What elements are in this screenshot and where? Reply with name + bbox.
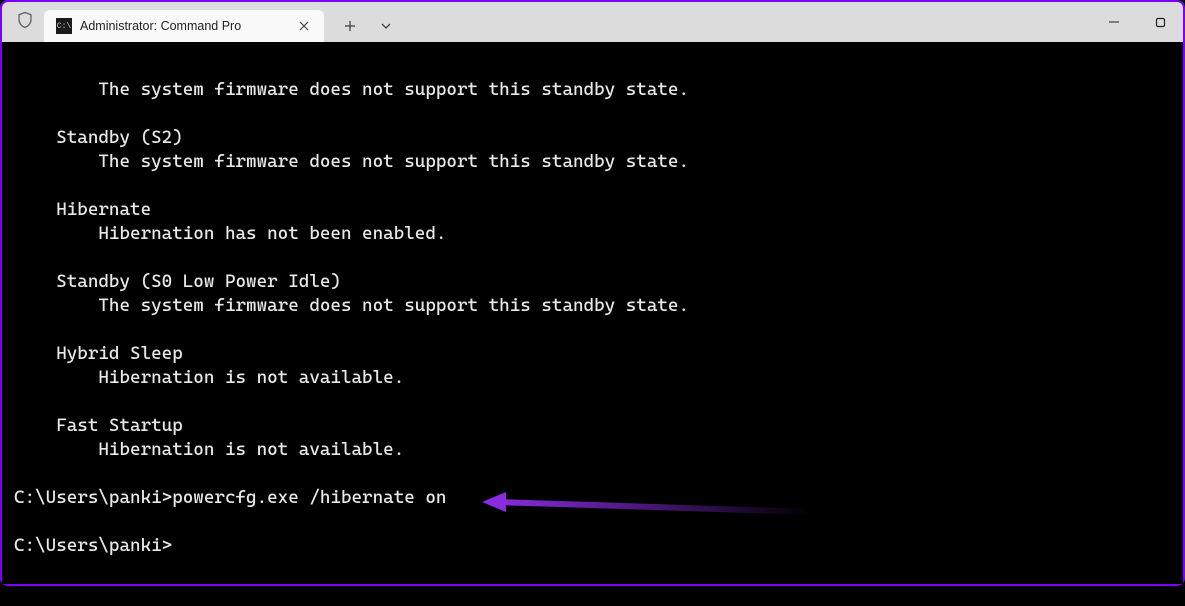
new-tab-button[interactable] <box>332 10 368 42</box>
terminal-output: The system firmware does not support thi… <box>14 79 689 460</box>
annotation-arrow <box>482 492 822 532</box>
tab-close-button[interactable] <box>296 18 312 34</box>
window-controls <box>1091 2 1183 42</box>
prompt-path: C:\Users\panki> <box>14 535 172 556</box>
prompt-command: powercfg.exe /hibernate on <box>172 487 446 508</box>
prompt-path: C:\Users\panki> <box>14 487 172 508</box>
cmd-icon: C:\ <box>56 18 72 34</box>
terminal-content[interactable]: The system firmware does not support thi… <box>2 42 1183 584</box>
maximize-button[interactable] <box>1137 2 1183 42</box>
tab-title: Administrator: Command Pro <box>80 19 296 33</box>
titlebar: C:\ Administrator: Command Pro <box>2 2 1183 42</box>
tab-dropdown-button[interactable] <box>368 10 404 42</box>
prompt-line-1: C:\Users\panki>powercfg.exe /hibernate o… <box>14 487 446 508</box>
tab-active[interactable]: C:\ Administrator: Command Pro <box>44 10 324 42</box>
minimize-button[interactable] <box>1091 2 1137 42</box>
tab-actions <box>332 2 404 42</box>
shield-icon <box>16 11 34 34</box>
prompt-line-2: C:\Users\panki> <box>14 535 172 556</box>
